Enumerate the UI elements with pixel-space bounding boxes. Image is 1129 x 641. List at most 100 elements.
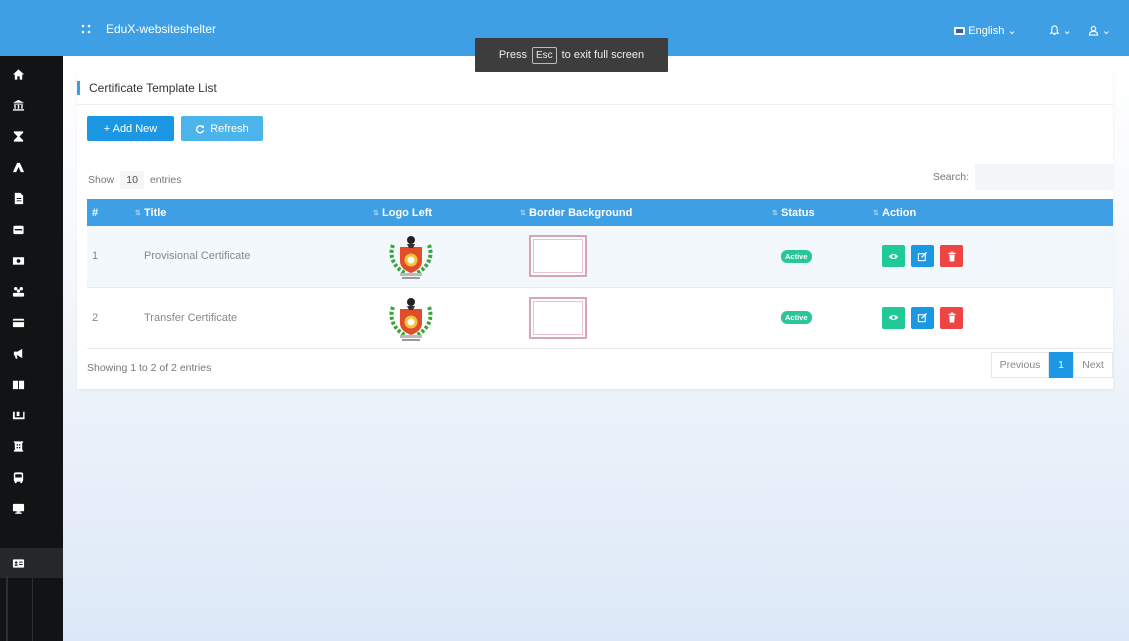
delete-button[interactable] [940, 245, 963, 268]
sidebar-item-accounts[interactable] [0, 214, 63, 244]
language-selector[interactable]: English ⌄ [954, 24, 1017, 37]
edit-button[interactable] [911, 306, 934, 329]
bank-icon [12, 99, 25, 111]
bus-icon [13, 471, 24, 483]
certificate-table: # ⇅ Title ⇅ Logo Left ⇅ Border Background ⇅… [87, 199, 1113, 349]
sidebar-item-staff[interactable] [0, 276, 63, 306]
home-icon [12, 68, 25, 80]
search-label: Search: [932, 171, 969, 183]
column-header-border-background[interactable]: ⇅ Border Background [520, 199, 776, 226]
sidebar-item-online-class[interactable] [0, 493, 63, 523]
sidebar-item-fees[interactable] [0, 245, 63, 275]
view-button[interactable] [882, 306, 905, 329]
road-icon [12, 162, 25, 172]
view-button[interactable] [882, 245, 905, 268]
edit-icon [917, 251, 928, 261]
table-row: 1 Provisional Certificate Active [87, 226, 1113, 287]
sidebar-divider [6, 576, 8, 641]
esc-key: Esc [531, 46, 557, 64]
school-emblem-icon [389, 297, 433, 341]
edit-button[interactable] [911, 245, 934, 268]
sidebar-item-home[interactable] [0, 59, 63, 89]
page-title-text: Certificate Template List [89, 81, 217, 95]
grip-icon [81, 24, 91, 34]
table-header: # ⇅ Title ⇅ Logo Left ⇅ Border Background ⇅… [87, 199, 1113, 226]
delete-button[interactable] [940, 306, 963, 329]
eye-icon [888, 253, 899, 259]
table-info: Showing 1 to 2 of 2 entries [87, 362, 212, 374]
building-icon [13, 440, 24, 452]
trash-icon [947, 312, 956, 323]
sidebar-item-inventory[interactable] [0, 400, 63, 430]
fullscreen-suffix: to exit full screen [561, 49, 645, 61]
user-menu-button[interactable]: ⌄ [1088, 24, 1111, 37]
row-number: 2 [92, 311, 99, 324]
page-title: Certificate Template List [77, 80, 217, 96]
column-header-status[interactable]: ⇅ Status [772, 199, 877, 226]
sidebar-divider [32, 578, 33, 641]
column-header-title[interactable]: ⇅ Title [135, 199, 377, 226]
flag-icon [954, 26, 966, 35]
status-badge: Active [781, 311, 812, 324]
border-background-preview [529, 296, 587, 339]
page-1-button[interactable]: 1 [1049, 352, 1073, 378]
eye-icon [888, 315, 899, 320]
search-input[interactable] [975, 164, 1113, 190]
sidebar-item-certificates[interactable] [0, 548, 63, 578]
status-badge: Active [781, 249, 812, 263]
money-icon [12, 256, 25, 265]
fullscreen-prefix: Press [498, 49, 527, 61]
column-header-number[interactable]: # [87, 199, 139, 226]
entries-label: entries [149, 174, 182, 186]
add-new-button[interactable]: + Add New [87, 116, 174, 141]
row-title: Transfer Certificate [144, 311, 238, 324]
wallet-icon [13, 225, 24, 234]
table-row: 2 Transfer Certificate Active [87, 287, 1113, 348]
add-new-label: + Add New [103, 122, 158, 135]
main-content: Certificate Template List + Add New Refr… [63, 56, 1129, 641]
certificate-template-card: Certificate Template List + Add New Refr… [77, 70, 1113, 389]
sidebar-item-hostel[interactable] [0, 431, 63, 461]
users-icon [12, 286, 25, 297]
title-accent [77, 81, 80, 95]
previous-page-button[interactable]: Previous [991, 352, 1049, 378]
bell-icon [1049, 25, 1060, 35]
border-background-preview [529, 235, 587, 278]
sidebar-item-sessions[interactable] [0, 121, 63, 151]
sidebar-item-transport[interactable] [0, 462, 63, 492]
next-page-button[interactable]: Next [1073, 352, 1113, 378]
entries-select[interactable]: 10 [120, 171, 144, 189]
edit-icon [917, 312, 928, 323]
row-title: Provisional Certificate [144, 250, 251, 263]
brand[interactable]: EduX-websiteshelter [80, 22, 216, 36]
id-card-icon [12, 558, 25, 568]
app-name: EduX-websiteshelter [106, 22, 217, 36]
sidebar-item-routes[interactable] [0, 152, 63, 182]
sidebar-item-notices[interactable] [0, 338, 63, 368]
logo-image [382, 231, 440, 281]
entries-length: Show 10 entries [88, 171, 181, 189]
chevron-down-icon: ⌄ [1007, 25, 1017, 37]
truck-icon [12, 411, 25, 419]
column-header-action[interactable]: ⇅ Action [873, 199, 1113, 226]
sidebar [0, 56, 63, 641]
desktop-icon [12, 503, 25, 514]
file-icon [14, 192, 24, 204]
column-header-logo-left[interactable]: ⇅ Logo Left [373, 199, 524, 226]
user-icon [1088, 25, 1098, 36]
school-emblem-icon [389, 236, 433, 280]
megaphone-icon [13, 348, 23, 359]
refresh-icon [196, 124, 205, 133]
sidebar-item-library[interactable] [0, 369, 63, 399]
notifications-button[interactable]: ⌄ [1049, 24, 1072, 37]
sidebar-item-institution[interactable] [0, 90, 63, 120]
fullscreen-notice: Press Esc to exit full screen [475, 38, 668, 72]
credit-card-icon [12, 318, 25, 327]
sidebar-item-payments[interactable] [0, 307, 63, 337]
sidebar-item-documents[interactable] [0, 183, 63, 213]
refresh-button[interactable]: Refresh [181, 116, 263, 141]
logo-image [382, 293, 440, 343]
chevron-down-icon: ⌄ [1062, 25, 1072, 37]
language-label: English [968, 24, 1005, 37]
pagination: Previous 1 Next [991, 352, 1113, 378]
